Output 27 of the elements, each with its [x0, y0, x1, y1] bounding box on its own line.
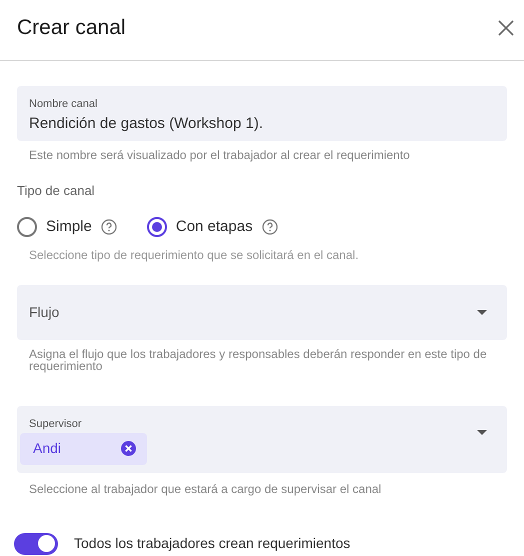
flow-select[interactable]: Flujo [17, 284, 507, 340]
radio-label[interactable]: Simple [46, 216, 92, 238]
helper-text: Este nombre será visualizado por el trabajador al crear el requerimiento [28, 147, 411, 163]
radio-button[interactable] [146, 217, 167, 238]
field-label: Supervisor [29, 416, 83, 430]
supervisor-select[interactable]: Supervisor Andi [17, 406, 507, 472]
radio-label[interactable]: Con etapas [176, 216, 253, 238]
dialog-title: Crear canal [17, 15, 126, 42]
helper-text: Seleccione tipo de requerimiento que se solicitará en el canal. [28, 246, 360, 262]
select-placeholder: Flujo [29, 302, 60, 322]
remove-chip-icon[interactable] [121, 441, 136, 456]
toggle-label: Todos los trabajadores crean requerimientos [74, 534, 350, 553]
chip-label: Andi [33, 439, 62, 458]
close-icon[interactable] [498, 20, 514, 36]
toggle-switch[interactable] [14, 532, 58, 554]
selected-chip[interactable]: Andi [20, 432, 147, 464]
help-icon [262, 219, 278, 236]
help-icon [100, 219, 117, 236]
helper-text: Seleccione al trabajador que estará a cargo de supervisar el canal [28, 480, 382, 496]
radio-button[interactable] [17, 217, 37, 238]
dropdown-caret-icon[interactable] [477, 310, 487, 314]
dropdown-caret-icon[interactable] [477, 430, 487, 434]
field-label: Nombre canal [29, 97, 98, 111]
helper-text: Asigna el flujo que los trabajadores y responsables deberán responder en este tipo de requerimiento [28, 348, 488, 372]
field-value: Rendición de gastos (Workshop 1). [29, 114, 264, 134]
section-label: Tipo de canal [17, 183, 96, 199]
channel-name-field[interactable]: Nombre canal Rendición de gastos (Workshop 1). [17, 86, 507, 141]
